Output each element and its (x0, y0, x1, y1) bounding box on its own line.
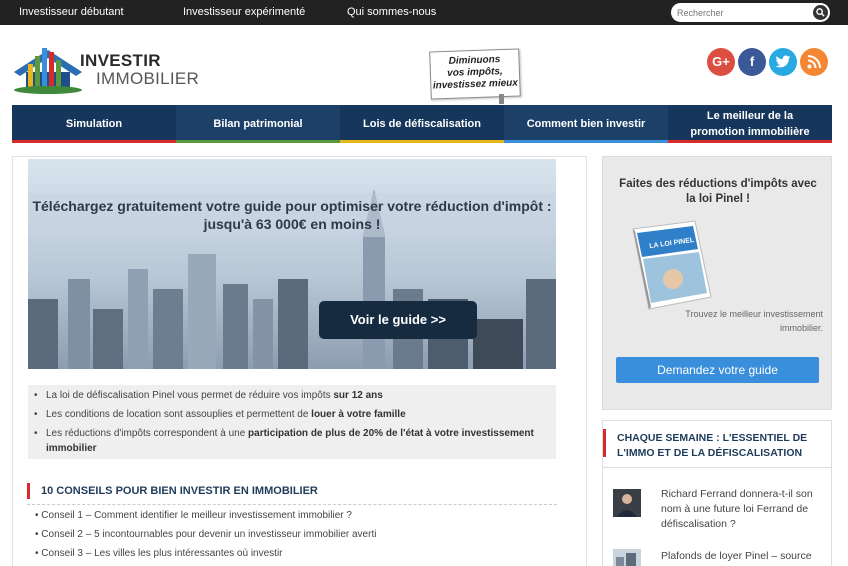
news-link-1[interactable]: Richard Ferrand donnera-t-il son nom à u… (661, 487, 826, 532)
banner-guide-button[interactable]: Voir le guide >> (319, 301, 477, 339)
twitter-icon[interactable] (769, 48, 797, 76)
pinel-guide-widget: Faites des réductions d'impôts avec la l… (602, 156, 832, 410)
twitter-bird-glyph (775, 55, 791, 68)
promo-title: Faites des réductions d'impôts avec la l… (619, 178, 817, 205)
nav-accent-bar (668, 140, 832, 143)
search-icon (816, 8, 825, 17)
main-content: Téléchargez gratuitement votre guide pou… (12, 156, 587, 566)
site-logo[interactable]: INVESTIR IMMOBILIER (12, 42, 212, 94)
bullet-dot: • (34, 409, 38, 420)
bullet-text: Les réductions d'impôts correspondent à … (46, 428, 249, 439)
logo-house-icon (14, 48, 82, 94)
list-item: • La loi de défiscalisation Pinel vous p… (34, 388, 546, 403)
city-skyline-image (28, 189, 556, 369)
list-item: • Les réductions d'impôts correspondent … (34, 426, 546, 456)
rss-icon[interactable] (800, 48, 828, 76)
nav-item-promotion[interactable]: Le meilleur de la promotion immobilière (668, 105, 832, 143)
bullet-dot: • (34, 428, 38, 439)
conseil-text: Conseil 1 – Comment identifier le meille… (41, 510, 352, 521)
nav-accent-bar (504, 140, 668, 143)
bullet-dot: • (34, 390, 38, 401)
nav-accent-bar (12, 140, 176, 143)
nav-label-comment-investir: Comment bien investir (526, 118, 646, 130)
conseil-link-1[interactable]: • Conseil 1 – Comment identifier le meil… (35, 510, 352, 521)
conseil-link-2[interactable]: • Conseil 2 – 5 incontournables pour dev… (35, 529, 376, 540)
conseil-link-3[interactable]: • Conseil 3 – Les villes les plus intére… (35, 548, 283, 559)
nav-label-lois: Lois de défiscalisation (363, 118, 481, 130)
banner-headline: Téléchargez gratuitement votre guide pou… (28, 193, 556, 237)
nav-item-lois[interactable]: Lois de défiscalisation (340, 105, 504, 143)
nav-label-promotion: Le meilleur de la promotion immobilière (690, 110, 810, 138)
weekly-news-widget: CHAQUE SEMAINE : L'ESSENTIEL DE L'IMMO E… (602, 420, 832, 566)
search-input[interactable] (677, 5, 802, 20)
nav-item-bilan[interactable]: Bilan patrimonial (176, 105, 340, 143)
topnav-link-qui-sommes-nous[interactable]: Qui sommes-nous (347, 6, 436, 18)
conseils-section-title: 10 CONSEILS POUR BIEN INVESTIR EN IMMOBI… (27, 481, 557, 505)
google-plus-icon[interactable]: G+ (707, 48, 735, 76)
topnav-link-debutant[interactable]: Investisseur débutant (19, 6, 124, 18)
nav-item-comment-investir[interactable]: Comment bien investir (504, 105, 668, 143)
search-box (671, 3, 830, 22)
nav-label-bilan: Bilan patrimonial (213, 118, 303, 130)
topnav-link-experimente[interactable]: Investisseur expérimenté (183, 6, 305, 18)
weekly-title: CHAQUE SEMAINE : L'ESSENTIEL DE L'IMMO E… (617, 432, 808, 459)
title-accent-bar (27, 483, 30, 499)
pinel-benefits-list: • La loi de défiscalisation Pinel vous p… (28, 385, 556, 459)
request-guide-button[interactable]: Demandez votre guide (616, 357, 819, 383)
search-button[interactable] (813, 5, 828, 20)
logo-text-immobilier: IMMOBILIER (96, 69, 200, 88)
sign-line-3: investissez mieux (432, 77, 519, 92)
bullet-bold-text: sur 12 ans (333, 390, 383, 401)
nav-accent-bar (340, 140, 504, 143)
nav-label-simulation: Simulation (65, 118, 123, 130)
facebook-icon[interactable]: f (738, 48, 766, 76)
nav-item-simulation[interactable]: Simulation (12, 105, 176, 143)
nav-accent-bar (176, 140, 340, 143)
bullet-bold-text: louer à votre famille (311, 409, 406, 420)
bullet-text: Les conditions de location sont assoupli… (46, 409, 312, 420)
guide-book-image[interactable]: LA LOI PINEL (625, 219, 717, 314)
logo-text-investir: INVESTIR (80, 51, 161, 70)
slogan-sign: Diminuons vos impôts, investissez mieux (429, 48, 521, 100)
sign-post (499, 94, 504, 104)
list-item: • Les conditions de location sont assoup… (34, 407, 546, 422)
top-bar: Investisseur débutant Investisseur expér… (0, 0, 848, 25)
news-link-2[interactable]: Plafonds de loyer Pinel – source (661, 549, 826, 564)
guide-banner[interactable]: Téléchargez gratuitement votre guide pou… (28, 159, 556, 369)
conseils-title-text: 10 CONSEILS POUR BIEN INVESTIR EN IMMOBI… (41, 485, 318, 497)
bullet-text: La loi de défiscalisation Pinel vous per… (46, 390, 334, 401)
news-thumbnail[interactable] (613, 549, 641, 566)
promo-caption: Trouvez le meilleur investissement immob… (685, 309, 823, 333)
conseil-text: Conseil 2 – 5 incontournables pour deven… (41, 529, 377, 540)
conseil-text: Conseil 3 – Les villes les plus intéress… (41, 548, 283, 559)
divider (603, 467, 831, 468)
title-accent-bar (603, 429, 606, 457)
main-nav: Simulation Bilan patrimonial Lois de déf… (12, 105, 832, 143)
news-thumbnail[interactable] (613, 489, 641, 517)
rss-glyph (807, 55, 821, 69)
